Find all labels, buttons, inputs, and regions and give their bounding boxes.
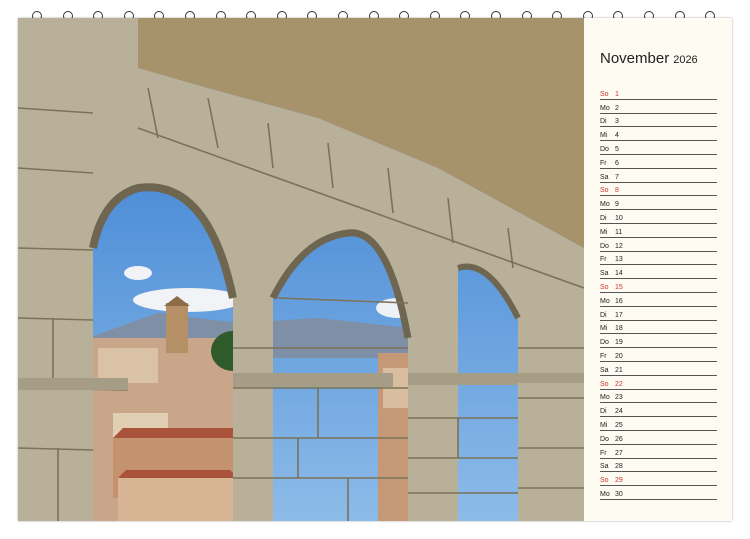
day-row: So 22: [600, 376, 717, 390]
day-number: 15: [615, 283, 623, 291]
weekday-label: Fr: [600, 159, 607, 167]
day-row: So 15: [600, 279, 717, 293]
day-number: 11: [615, 228, 623, 236]
day-row: Mo 23: [600, 390, 717, 404]
weekday-label: So: [600, 90, 609, 98]
day-number: 25: [615, 421, 623, 429]
day-number: 3: [615, 118, 619, 126]
weekday-label: Mi: [600, 421, 608, 429]
day-number: 18: [615, 325, 623, 333]
day-row: So 8: [600, 183, 717, 197]
weekday-label: Mo: [600, 394, 610, 402]
day-row: So 1: [600, 86, 717, 100]
day-number: 2: [615, 104, 619, 112]
day-row: Mo 30: [600, 486, 717, 500]
weekday-label: Di: [600, 408, 607, 416]
day-row: Fr 6: [600, 155, 717, 169]
day-row: Mi 18: [600, 321, 717, 335]
month-name: November: [600, 50, 670, 67]
weekday-label: Mi: [600, 228, 608, 236]
weekday-label: Mo: [600, 104, 610, 112]
weekday-label: Do: [600, 339, 609, 347]
weekday-label: Mo: [600, 201, 610, 209]
weekday-label: Mi: [600, 325, 608, 333]
month-title: November 2026: [600, 50, 698, 67]
day-number: 29: [615, 477, 623, 485]
day-number: 1: [615, 90, 619, 98]
day-row: Sa 7: [600, 169, 717, 183]
weekday-label: Fr: [600, 449, 607, 457]
weekday-label: So: [600, 187, 609, 195]
day-row: Di 10: [600, 210, 717, 224]
aqueduct-photo: [18, 18, 584, 521]
weekday-label: Do: [600, 145, 609, 153]
day-row: Sa 28: [600, 459, 717, 473]
weekday-label: Sa: [600, 173, 609, 181]
day-number: 26: [615, 435, 623, 443]
day-number: 14: [615, 270, 623, 278]
day-number: 23: [615, 394, 623, 402]
day-row: Mo 9: [600, 196, 717, 211]
day-row: Do 5: [600, 141, 717, 155]
weekday-label: Fr: [600, 352, 607, 360]
day-row: Fr 20: [600, 348, 717, 362]
day-row: So 29: [600, 472, 717, 487]
day-number: 27: [615, 449, 623, 457]
day-list: So 1 Mo 2 Di 3 Mi 4 Do 5 Fr 6 Sa 7 So 8 Mo 9 Di 10 Mi 11 Do 12 F…: [600, 86, 717, 500]
day-number: 22: [615, 380, 623, 388]
day-row: Fr 13: [600, 252, 717, 266]
day-number: 4: [615, 132, 619, 140]
day-number: 9: [615, 201, 619, 209]
year: 2026: [673, 54, 698, 66]
weekday-label: Sa: [600, 270, 609, 278]
day-row: Mi 11: [600, 224, 717, 238]
day-row: Di 3: [600, 114, 717, 128]
calendar-panel: November 2026 So 1 Mo 2 Di 3 Mi 4 Do 5 Fr 6 Sa 7 So 8 Mo 9…: [584, 18, 732, 521]
day-number: 7: [615, 173, 619, 181]
weekday-label: Mo: [600, 490, 610, 498]
day-number: 17: [615, 311, 623, 319]
day-number: 20: [615, 352, 623, 360]
day-number: 16: [615, 297, 623, 305]
day-row: Di 24: [600, 403, 717, 418]
weekday-label: Fr: [600, 256, 607, 264]
day-number: 21: [615, 366, 623, 374]
weekday-label: Mi: [600, 132, 608, 140]
day-row: Mo 2: [600, 100, 717, 114]
weekday-label: Sa: [600, 463, 609, 471]
day-row: Do 19: [600, 334, 717, 349]
weekday-label: Mo: [600, 297, 610, 305]
weekday-label: Di: [600, 214, 607, 222]
day-number: 24: [615, 408, 623, 416]
day-row: Mi 4: [600, 127, 717, 142]
weekday-label: Do: [600, 242, 609, 250]
day-number: 8: [615, 187, 619, 195]
day-row: Do 12: [600, 238, 717, 252]
weekday-label: So: [600, 283, 609, 291]
weekday-label: Sa: [600, 366, 609, 374]
day-row: Mo 16: [600, 293, 717, 307]
aqueduct-illustration: [18, 18, 584, 521]
day-row: Sa 21: [600, 362, 717, 376]
weekday-label: So: [600, 380, 609, 388]
day-number: 30: [615, 490, 623, 498]
day-number: 5: [615, 145, 619, 153]
weekday-label: Di: [600, 311, 607, 319]
calendar-page: November 2026 So 1 Mo 2 Di 3 Mi 4 Do 5 Fr 6 Sa 7 So 8 Mo 9…: [18, 18, 732, 521]
day-number: 28: [615, 463, 623, 471]
day-row: Mi 25: [600, 417, 717, 431]
day-row: Fr 27: [600, 445, 717, 459]
day-row: Di 17: [600, 307, 717, 321]
day-row: Sa 14: [600, 265, 717, 280]
weekday-label: So: [600, 477, 609, 485]
weekday-label: Do: [600, 435, 609, 443]
day-number: 10: [615, 214, 623, 222]
day-number: 12: [615, 242, 623, 250]
day-number: 6: [615, 159, 619, 167]
day-number: 19: [615, 339, 623, 347]
day-row: Do 26: [600, 431, 717, 445]
weekday-label: Di: [600, 118, 607, 126]
day-number: 13: [615, 256, 623, 264]
